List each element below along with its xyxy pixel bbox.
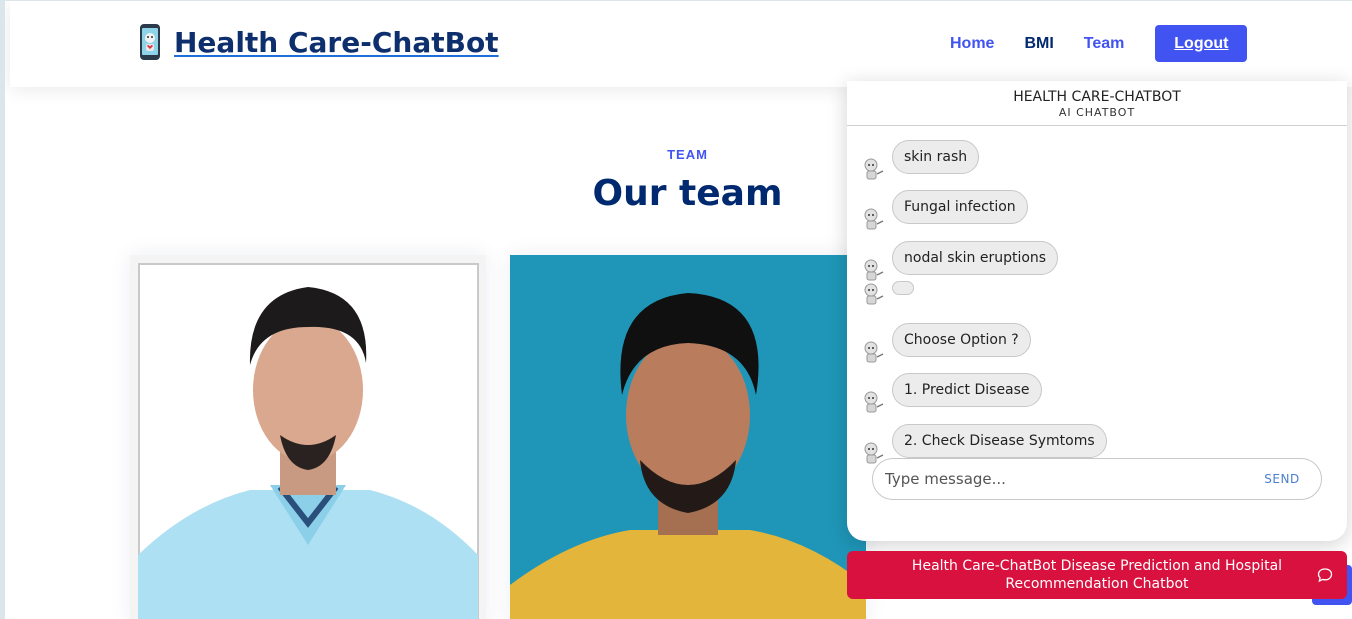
robot-avatar-icon: [864, 391, 884, 413]
chat-bubble: 2. Check Disease Symtoms: [892, 424, 1107, 458]
main-nav: Home BMI Team Logout: [950, 25, 1248, 62]
chatbot-banner-text: Health Care-ChatBot Disease Prediction a…: [911, 558, 1283, 592]
chat-message: Fungal infection: [861, 190, 1028, 232]
robot-avatar-icon: [864, 341, 884, 363]
message-input[interactable]: [873, 470, 1247, 488]
page: Health Care-ChatBot Home BMI Team Logout…: [0, 0, 1352, 619]
robot-avatar-icon: [864, 158, 884, 180]
nav-home[interactable]: Home: [950, 35, 994, 53]
chat-subtitle: AI CHATBOT: [1058, 106, 1136, 119]
chat-bubble: nodal skin eruptions: [892, 241, 1059, 275]
chat-bubble: [892, 281, 914, 295]
chat-message: skin rash: [861, 140, 980, 182]
chat-bubble: 1. Predict Disease: [892, 373, 1042, 407]
chat-bubble: Fungal infection: [892, 190, 1028, 224]
site-title: Health Care-ChatBot: [174, 25, 499, 59]
chat-bubble: skin rash: [892, 140, 980, 174]
robot-avatar-icon: [864, 259, 884, 281]
chat-message: Choose Option ?: [861, 323, 1031, 365]
nav-team[interactable]: Team: [1084, 35, 1125, 53]
chat-message: [861, 281, 914, 307]
nav-bmi[interactable]: BMI: [1024, 35, 1053, 53]
chatbot-toggle-bar[interactable]: Health Care-ChatBot Disease Prediction a…: [847, 551, 1347, 599]
site-logo-link[interactable]: Health Care-ChatBot: [136, 23, 499, 61]
robot-avatar-icon: [864, 283, 884, 305]
chat-bubble: Choose Option ?: [892, 323, 1031, 357]
send-button[interactable]: SEND: [1247, 472, 1317, 486]
chat-input-box: SEND: [872, 458, 1322, 500]
team-member-photo: [130, 255, 486, 619]
chat-title: HEALTH CARE-CHATBOT: [1013, 89, 1181, 105]
chatbot-phone-icon: [140, 24, 160, 60]
chat-bubble-icon: [1317, 568, 1333, 583]
chat-header: HEALTH CARE-CHATBOT AI CHATBOT: [847, 81, 1347, 126]
team-member-card: [130, 255, 486, 619]
robot-avatar-icon: [864, 208, 884, 230]
site-header: Health Care-ChatBot Home BMI Team Logout: [10, 1, 1352, 87]
team-member-photo: [510, 255, 866, 619]
chat-message: nodal skin eruptions: [861, 241, 1059, 283]
chat-message: 1. Predict Disease: [861, 373, 1042, 415]
logout-button[interactable]: Logout: [1155, 25, 1248, 62]
team-member-card: [510, 255, 866, 619]
chatbot-window: HEALTH CARE-CHATBOT AI CHATBOT skin rash…: [847, 81, 1347, 541]
